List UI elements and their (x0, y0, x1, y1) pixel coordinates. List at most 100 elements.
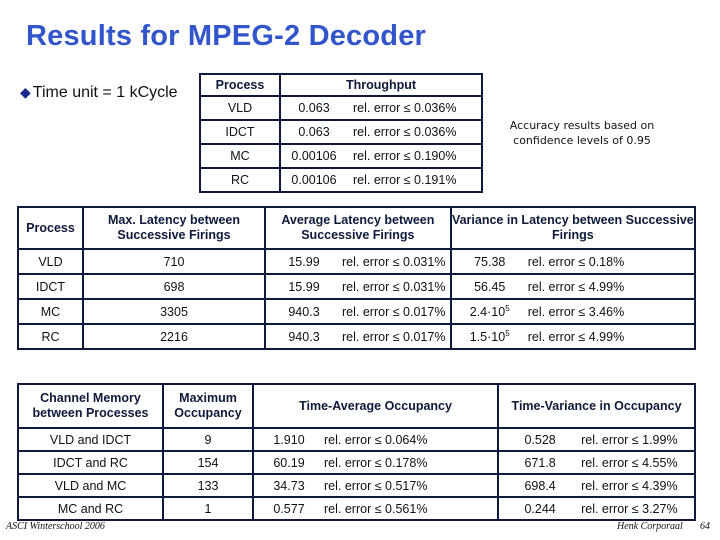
avg-occupancy-error: rel. error ≤ 0.064% (324, 427, 500, 452)
max-occupancy-cell: 154 (162, 450, 254, 475)
table-row: IDCT 698 15.99 rel. error ≤ 0.031% 56.45… (17, 273, 697, 300)
var-latency-error: rel. error ≤ 0.18% (527, 248, 697, 275)
avg-occupancy-error: rel. error ≤ 0.178% (324, 450, 500, 475)
avg-latency-value: 940.3 (264, 298, 342, 325)
var-occupancy-value: 671.8 (497, 450, 582, 475)
header-max-latency: Max. Latency between Successive Firings (82, 206, 266, 250)
header-max-occupancy: Maximum Occupancy (162, 383, 254, 429)
header-var-occupancy: Time-Variance in Occupancy (497, 383, 696, 429)
process-cell: IDCT (17, 273, 84, 300)
header-process: Process (199, 73, 281, 97)
table-row: MC 0.00106 rel. error ≤ 0.190% (199, 143, 483, 169)
avg-latency-value: 940.3 (264, 323, 342, 350)
latency-table: Process Max. Latency between Successive … (17, 206, 697, 350)
avg-occupancy-error: rel. error ≤ 0.561% (324, 496, 500, 521)
throughput-value: 0.00106 (279, 143, 347, 169)
throughput-value: 0.063 (279, 95, 347, 121)
process-cell: MC (199, 143, 281, 169)
avg-latency-error: rel. error ≤ 0.017% (342, 323, 452, 350)
throughput-table: Process Throughput VLD 0.063 rel. error … (199, 73, 483, 193)
table-row: VLD and MC 133 34.73 rel. error ≤ 0.517%… (17, 473, 696, 498)
table-header-row: Channel Memory between Processes Maximum… (17, 383, 696, 429)
var-occupancy-value: 698.4 (497, 473, 582, 498)
var-latency-value: 1.5·105 (449, 323, 528, 350)
max-latency-cell: 3305 (82, 298, 266, 325)
throughput-error: rel. error ≤ 0.036% (347, 95, 483, 121)
header-channel: Channel Memory between Processes (17, 383, 164, 429)
process-cell: MC (17, 298, 84, 325)
slide-title: Results for MPEG-2 Decoder (26, 20, 427, 52)
table-row: VLD 0.063 rel. error ≤ 0.036% (199, 95, 483, 121)
channel-cell: VLD and IDCT (17, 427, 164, 452)
header-avg-latency: Average Latency between Successive Firin… (264, 206, 452, 250)
table-row: VLD 710 15.99 rel. error ≤ 0.031% 75.38 … (17, 248, 697, 275)
throughput-error: rel. error ≤ 0.036% (347, 119, 483, 145)
var-occupancy-error: rel. error ≤ 3.27% (581, 496, 696, 521)
process-cell: VLD (17, 248, 84, 275)
process-cell: RC (17, 323, 84, 350)
avg-latency-error: rel. error ≤ 0.031% (342, 273, 452, 300)
var-base: 2.4·10 (469, 305, 506, 320)
var-exponent: 5 (505, 303, 510, 313)
throughput-error: rel. error ≤ 0.191% (347, 167, 483, 193)
table-row: MC and RC 1 0.577 rel. error ≤ 0.561% 0.… (17, 496, 696, 521)
avg-occupancy-value: 1.910 (252, 427, 324, 452)
header-var-latency: Variance in Latency between Successive F… (449, 206, 697, 250)
table-row: IDCT and RC 154 60.19 rel. error ≤ 0.178… (17, 450, 696, 475)
max-latency-cell: 710 (82, 248, 266, 275)
header-avg-occupancy: Time-Average Occupancy (251, 383, 500, 429)
avg-occupancy-value: 34.73 (252, 473, 324, 498)
throughput-value: 0.00106 (279, 167, 347, 193)
process-cell: VLD (199, 95, 281, 121)
var-base: 56.45 (474, 280, 506, 295)
var-latency-value: 2.4·105 (449, 298, 528, 325)
occupancy-table: Channel Memory between Processes Maximum… (17, 383, 696, 521)
table-header-row: Process Throughput (199, 73, 483, 97)
throughput-value: 0.063 (279, 119, 347, 145)
var-base: 1.5·10 (469, 330, 506, 345)
table-row: RC 2216 940.3 rel. error ≤ 0.017% 1.5·10… (17, 323, 697, 350)
max-occupancy-cell: 133 (162, 473, 254, 498)
var-occupancy-value: 0.244 (497, 496, 582, 521)
avg-occupancy-value: 60.19 (252, 450, 324, 475)
accuracy-note: Accuracy results based on confidence lev… (509, 119, 655, 147)
table-row: IDCT 0.063 rel. error ≤ 0.036% (199, 119, 483, 145)
avg-occupancy-value: 0.577 (252, 496, 324, 521)
var-occupancy-error: rel. error ≤ 4.39% (581, 473, 696, 498)
avg-occupancy-error: rel. error ≤ 0.517% (324, 473, 500, 498)
var-occupancy-value: 0.528 (497, 427, 582, 452)
max-occupancy-cell: 9 (162, 427, 254, 452)
table-row: MC 3305 940.3 rel. error ≤ 0.017% 2.4·10… (17, 298, 697, 325)
diamond-bullet-icon: ◆ (20, 84, 31, 100)
table-row: RC 0.00106 rel. error ≤ 0.191% (199, 167, 483, 193)
var-latency-error: rel. error ≤ 3.46% (527, 298, 697, 325)
avg-latency-value: 15.99 (264, 248, 342, 275)
channel-cell: VLD and MC (17, 473, 164, 498)
table-row: VLD and IDCT 9 1.910 rel. error ≤ 0.064%… (17, 427, 696, 452)
avg-latency-value: 15.99 (264, 273, 342, 300)
max-latency-cell: 2216 (82, 323, 266, 350)
bullet-time-unit: ◆ Time unit = 1 kCycle (20, 84, 178, 102)
header-throughput: Throughput (279, 73, 483, 97)
var-occupancy-error: rel. error ≤ 4.55% (581, 450, 696, 475)
process-cell: IDCT (199, 119, 281, 145)
footer-event: ASCI Winterschool 2006 (6, 521, 105, 532)
table-header-row: Process Max. Latency between Successive … (17, 206, 697, 250)
var-latency-error: rel. error ≤ 4.99% (527, 273, 697, 300)
max-latency-cell: 698 (82, 273, 266, 300)
channel-cell: MC and RC (17, 496, 164, 521)
channel-cell: IDCT and RC (17, 450, 164, 475)
footer-author: Henk Corporaal (617, 521, 683, 532)
page-number: 64 (700, 521, 710, 532)
throughput-error: rel. error ≤ 0.190% (347, 143, 483, 169)
var-latency-error: rel. error ≤ 4.99% (527, 323, 697, 350)
var-latency-value: 56.45 (449, 273, 528, 300)
var-exponent: 5 (505, 328, 510, 338)
max-occupancy-cell: 1 (162, 496, 254, 521)
var-occupancy-error: rel. error ≤ 1.99% (581, 427, 696, 452)
header-process: Process (17, 206, 84, 250)
bullet-text: Time unit = 1 kCycle (32, 84, 178, 101)
var-latency-value: 75.38 (449, 248, 528, 275)
process-cell: RC (199, 167, 281, 193)
var-base: 75.38 (474, 255, 506, 270)
